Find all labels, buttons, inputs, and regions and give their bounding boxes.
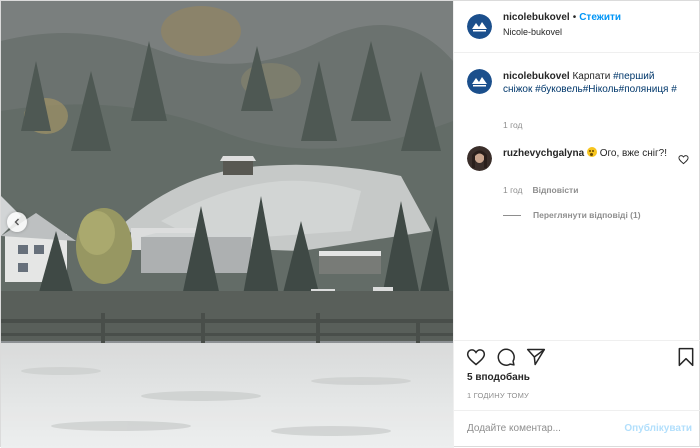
follow-button[interactable]: Стежити — [579, 12, 621, 23]
post-side-panel: nicolebukovel • Стежити Nicole-bukovel nic… — [453, 1, 700, 448]
comment-username[interactable]: ruzhevychgalyna — [503, 148, 584, 159]
nicolebukovel-logo-icon — [467, 69, 492, 94]
replies-divider — [503, 214, 521, 216]
publish-button[interactable]: Опублікувати — [624, 423, 692, 434]
small-heart-icon[interactable] — [678, 154, 689, 165]
post-photo[interactable] — [1, 1, 453, 448]
hashtag-link[interactable]: #буковель — [535, 84, 583, 95]
hashtag-link[interactable]: сніжок — [503, 84, 532, 95]
likes-count[interactable]: 5 вподобань — [467, 372, 530, 383]
post-actions: 5 вподобань 1 ГОДИНУ ТОМУ — [454, 340, 700, 410]
post-header: nicolebukovel • Стежити Nicole-bukovel — [454, 1, 700, 53]
comment-meta: 1 год Відповісти — [503, 185, 578, 195]
comment-input[interactable]: Додайте коментар... — [467, 423, 561, 434]
hashtag-link[interactable]: #Ніколь — [583, 84, 619, 95]
comment-text: Ого, вже сніг?! — [599, 148, 668, 159]
author-username[interactable]: nicolebukovel — [503, 12, 570, 23]
separator-dot: • — [572, 12, 577, 23]
caption: nicolebukovel Карпати #перший сніжок #бу… — [503, 70, 683, 96]
comment-time[interactable]: 1 год — [503, 185, 523, 195]
view-replies-label: Переглянути відповіді (1) — [533, 210, 641, 220]
caption-text: Карпати — [572, 71, 614, 82]
commenter-photo — [467, 146, 492, 171]
hashtag-link[interactable]: # — [671, 84, 677, 95]
caption-avatar[interactable] — [467, 69, 492, 94]
comment: ruzhevychgalyna Ого, вже сніг?! — [503, 147, 683, 160]
carousel-prev-icon — [14, 218, 19, 226]
location-link[interactable]: Nicole-bukovel — [503, 27, 562, 37]
carousel-prev-button[interactable] — [7, 212, 27, 232]
author-avatar[interactable] — [467, 14, 492, 39]
share-icon[interactable] — [526, 347, 546, 367]
add-comment-bar: Додайте коментар... Опублікувати — [454, 410, 700, 448]
caption-time[interactable]: 1 год — [503, 120, 523, 130]
hashtag-link[interactable]: #перший — [613, 71, 654, 82]
header-line: nicolebukovel • Стежити — [503, 12, 621, 23]
comments-list[interactable]: nicolebukovel Карпати #перший сніжок #бу… — [454, 54, 700, 340]
commenter-avatar[interactable] — [467, 146, 492, 171]
view-replies-button[interactable]: Переглянути відповіді (1) — [503, 210, 641, 220]
comment-icon[interactable] — [496, 347, 516, 367]
caption-username[interactable]: nicolebukovel — [503, 71, 570, 82]
hashtag-link[interactable]: #поляниця — [619, 84, 669, 95]
snowy-mountain-village-image — [1, 1, 453, 448]
surprised-face-emoji-icon — [586, 147, 597, 157]
reply-button[interactable]: Відповісти — [533, 185, 579, 195]
bookmark-icon[interactable] — [676, 347, 696, 367]
heart-icon[interactable] — [466, 347, 486, 367]
post-time[interactable]: 1 ГОДИНУ ТОМУ — [467, 391, 529, 400]
post-card: nicolebukovel • Стежити Nicole-bukovel nic… — [0, 0, 700, 448]
nicolebukovel-logo-icon — [467, 14, 492, 39]
